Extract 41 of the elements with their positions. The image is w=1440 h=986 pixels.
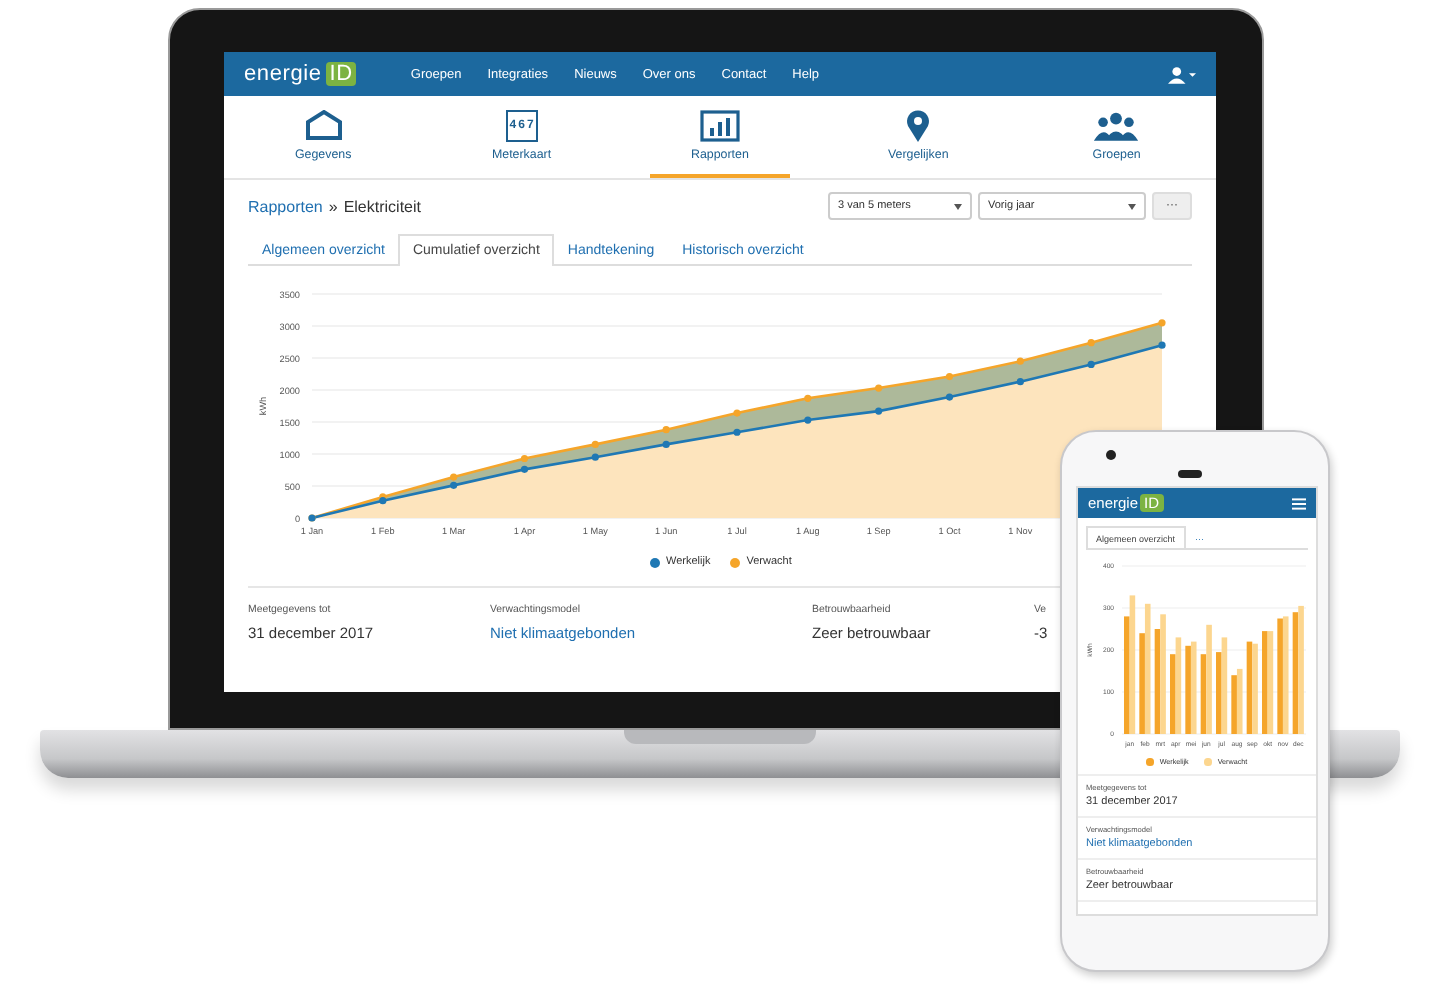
- house-icon: [303, 109, 344, 141]
- phone-camera-icon: [1106, 450, 1116, 460]
- legend-dot: [650, 557, 660, 567]
- actual-point: [450, 481, 458, 489]
- breadcrumb-separator: »: [328, 197, 338, 215]
- actual-point: [308, 514, 316, 522]
- actual-point: [875, 407, 883, 415]
- expected-point: [1016, 357, 1024, 365]
- actual-point: [591, 453, 599, 461]
- actual-point: [662, 440, 670, 448]
- menu-icon[interactable]: [1292, 497, 1306, 509]
- legend-dot: [1146, 758, 1154, 766]
- actual-point: [733, 428, 741, 436]
- user-menu-icon[interactable]: [1168, 65, 1196, 83]
- actual-point: [379, 497, 387, 505]
- expected-point: [591, 440, 599, 448]
- breadcrumb-link[interactable]: Rapporten: [248, 197, 323, 215]
- expected-point: [733, 409, 741, 417]
- legend-dot: [1204, 758, 1212, 766]
- expected-point: [1158, 319, 1166, 327]
- breadcrumb-current: Elektriciteit: [343, 197, 421, 215]
- caret-icon: [954, 203, 962, 209]
- actual-point: [1087, 360, 1095, 368]
- actual-point: [945, 393, 954, 401]
- actual-point: [1158, 341, 1166, 349]
- expected-point: [450, 473, 458, 481]
- phone-speaker-icon: [1178, 470, 1202, 478]
- expected-point: [804, 394, 812, 402]
- actual-point: [520, 465, 529, 473]
- actual-point: [804, 416, 812, 424]
- expected-point: [875, 384, 883, 392]
- legend-dot: [730, 557, 741, 567]
- expected-point: [945, 372, 954, 381]
- people-group-icon: [1092, 109, 1141, 141]
- bar-chart-icon: [699, 109, 740, 141]
- expected-point: [662, 426, 670, 434]
- actual-point: [1016, 378, 1024, 386]
- expected-point: [520, 454, 529, 463]
- expected-point: [1087, 339, 1095, 347]
- energieid-logo[interactable]: energie ID: [244, 62, 357, 86]
- caret-icon: [1128, 203, 1136, 209]
